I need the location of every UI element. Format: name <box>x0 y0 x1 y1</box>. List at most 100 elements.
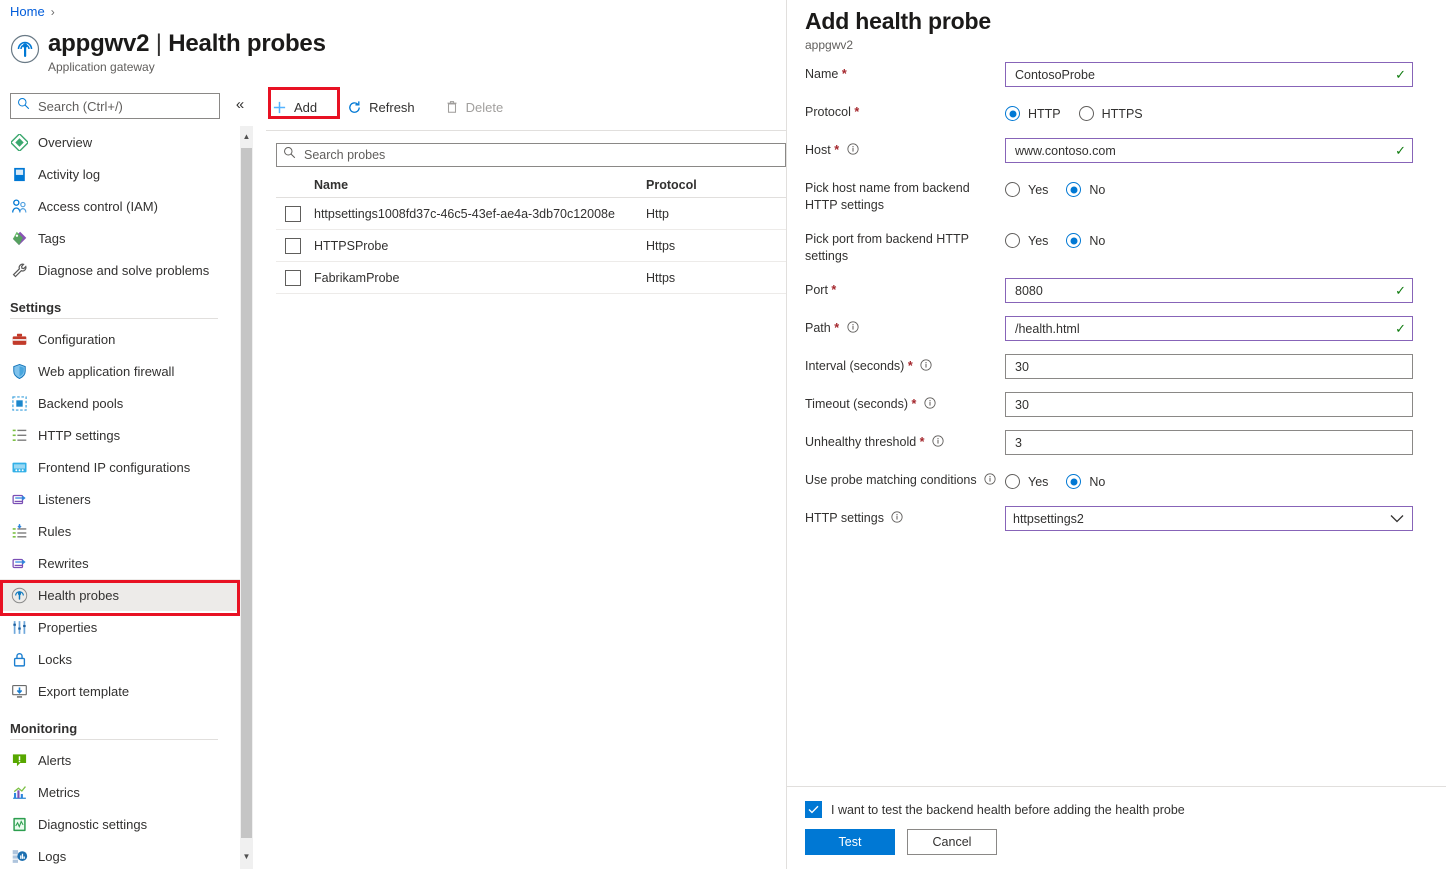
info-icon[interactable] <box>891 511 904 528</box>
row-checkbox[interactable] <box>285 269 301 286</box>
add-button[interactable]: Add <box>266 96 323 119</box>
sidebar-item-frontend-ip-configurations[interactable]: Frontend IP configurations <box>0 451 240 483</box>
sidebar-scrollbar[interactable]: ▲ ▼ <box>240 126 253 869</box>
sidebar-item-export-template[interactable]: Export template <box>0 675 240 707</box>
cell-probe-protocol: Http <box>646 206 669 221</box>
sidebar-item-logs[interactable]: Logs <box>0 840 240 869</box>
column-header-protocol[interactable]: Protocol <box>646 178 776 192</box>
sidebar-item-label: Backend pools <box>38 395 124 411</box>
sidebar-item-rules[interactable]: Rules <box>0 515 240 547</box>
table-row[interactable]: HTTPSProbe Https <box>276 230 786 262</box>
sidebar-item-access-control-iam[interactable]: Access control (IAM) <box>0 190 240 222</box>
radio-protocol-https[interactable]: HTTPS <box>1078 106 1143 121</box>
path-input[interactable] <box>1013 320 1392 337</box>
info-icon[interactable] <box>920 359 932 376</box>
http-settings-icon <box>10 426 28 444</box>
label-http-settings: HTTP settings <box>805 506 1005 528</box>
table-row[interactable]: FabrikamProbe Https <box>276 262 786 294</box>
column-header-name[interactable]: Name <box>314 178 646 192</box>
sidebar-item-tags[interactable]: Tags <box>0 222 240 254</box>
radio-probe-matching-yes[interactable]: Yes <box>1005 474 1048 489</box>
breadcrumb-home-link[interactable]: Home <box>10 4 45 19</box>
path-input-wrapper[interactable]: ✓ <box>1005 316 1413 341</box>
probe-filter-input[interactable] <box>302 147 732 163</box>
radio-protocol-https-label: HTTPS <box>1101 106 1143 121</box>
unhealthy-threshold-input[interactable] <box>1013 434 1406 451</box>
collapse-sidebar-button[interactable]: « <box>230 93 250 117</box>
test-button[interactable]: Test <box>805 829 895 855</box>
sidebar-item-metrics[interactable]: Metrics <box>0 776 240 808</box>
name-input[interactable] <box>1013 66 1392 83</box>
sidebar-item-listeners[interactable]: Listeners <box>0 483 240 515</box>
sidebar-search-box[interactable] <box>10 93 220 119</box>
field-row-pick-port: Pick port from backend HTTP settings Yes… <box>787 227 1446 265</box>
scroll-up-arrow[interactable]: ▲ <box>240 128 253 145</box>
sidebar-item-label: Configuration <box>38 331 116 347</box>
panel-form: Name * ✓ Protocol * <box>787 62 1446 786</box>
probe-table-header: Name Protocol <box>276 172 786 198</box>
unhealthy-threshold-input-wrapper[interactable] <box>1005 430 1413 455</box>
scrollbar-thumb[interactable] <box>241 148 252 838</box>
port-input-wrapper[interactable]: ✓ <box>1005 278 1413 303</box>
sidebar-item-overview[interactable]: Overview <box>0 126 240 158</box>
sidebar-item-health-probes[interactable]: Health probes <box>0 579 240 611</box>
radio-pick-host-yes[interactable]: Yes <box>1005 182 1048 197</box>
test-backend-checkbox-row[interactable]: I want to test the backend health before… <box>787 787 1446 818</box>
sidebar-item-label: Health probes <box>38 587 119 603</box>
search-input[interactable] <box>36 97 206 115</box>
field-row-path: Path * ✓ <box>787 316 1446 341</box>
port-input[interactable] <box>1013 282 1392 299</box>
info-icon[interactable] <box>846 321 859 338</box>
pick-host-radio-group: Yes No <box>1005 176 1446 201</box>
info-icon[interactable] <box>984 473 996 490</box>
timeout-input[interactable] <box>1013 396 1406 413</box>
table-row[interactable]: httpsettings1008fd37c-46c5-43ef-ae4a-3db… <box>276 198 786 230</box>
cancel-button[interactable]: Cancel <box>907 829 997 855</box>
sidebar-item-locks[interactable]: Locks <box>0 643 240 675</box>
sidebar-item-alerts[interactable]: Alerts <box>0 744 240 776</box>
firewall-shield-icon <box>10 362 28 380</box>
sidebar-item-configuration[interactable]: Configuration <box>0 323 240 355</box>
probe-filter-box[interactable] <box>276 143 786 167</box>
sidebar-item-properties[interactable]: Properties <box>0 611 240 643</box>
timeout-input-wrapper[interactable] <box>1005 392 1413 417</box>
row-checkbox[interactable] <box>285 237 301 254</box>
http-settings-dropdown[interactable]: httpsettings2 <box>1005 506 1413 531</box>
refresh-button-label: Refresh <box>369 99 415 115</box>
sidebar-item-label: Diagnose and solve problems <box>38 262 210 278</box>
radio-pick-port-no[interactable]: No <box>1066 233 1105 248</box>
radio-indicator <box>1078 106 1094 121</box>
radio-protocol-http[interactable]: HTTP <box>1005 106 1061 121</box>
sidebar-item-backend-pools[interactable]: Backend pools <box>0 387 240 419</box>
info-icon[interactable] <box>932 435 944 452</box>
radio-indicator <box>1005 182 1020 197</box>
scroll-down-arrow[interactable]: ▼ <box>240 848 253 865</box>
sidebar-item-label: Rewrites <box>38 555 89 571</box>
radio-probe-matching-no[interactable]: No <box>1066 474 1105 489</box>
host-input-wrapper[interactable]: ✓ <box>1005 138 1413 163</box>
sidebar-group-title-monitoring: Monitoring <box>10 721 78 736</box>
required-asterisk: * <box>854 105 860 119</box>
info-icon[interactable] <box>846 143 859 160</box>
sidebar-item-http-settings[interactable]: HTTP settings <box>0 419 240 451</box>
sidebar-group-divider <box>10 739 218 740</box>
refresh-button[interactable]: Refresh <box>341 96 421 119</box>
radio-pick-port-yes[interactable]: Yes <box>1005 233 1048 248</box>
row-checkbox[interactable] <box>285 205 301 222</box>
cell-probe-protocol: Https <box>646 238 676 253</box>
info-icon[interactable] <box>924 397 936 414</box>
test-backend-checkbox[interactable] <box>805 801 822 818</box>
sidebar-item-diagnostic-settings[interactable]: Diagnostic settings <box>0 808 240 840</box>
host-input[interactable] <box>1013 142 1392 159</box>
interval-input-wrapper[interactable] <box>1005 354 1413 379</box>
cell-probe-name: HTTPSProbe <box>314 238 389 253</box>
sidebar-item-rewrites[interactable]: Rewrites <box>0 547 240 579</box>
sidebar-item-activity-log[interactable]: Activity log <box>0 158 240 190</box>
label-protocol: Protocol * <box>805 100 1005 121</box>
sidebar-item-web-application-firewall[interactable]: Web application firewall <box>0 355 240 387</box>
name-input-wrapper[interactable]: ✓ <box>1005 62 1413 87</box>
plus-icon <box>272 100 287 115</box>
radio-pick-host-no[interactable]: No <box>1066 182 1105 197</box>
interval-input[interactable] <box>1013 358 1406 375</box>
sidebar-item-diagnose-and-solve-problems[interactable]: Diagnose and solve problems <box>0 254 240 286</box>
